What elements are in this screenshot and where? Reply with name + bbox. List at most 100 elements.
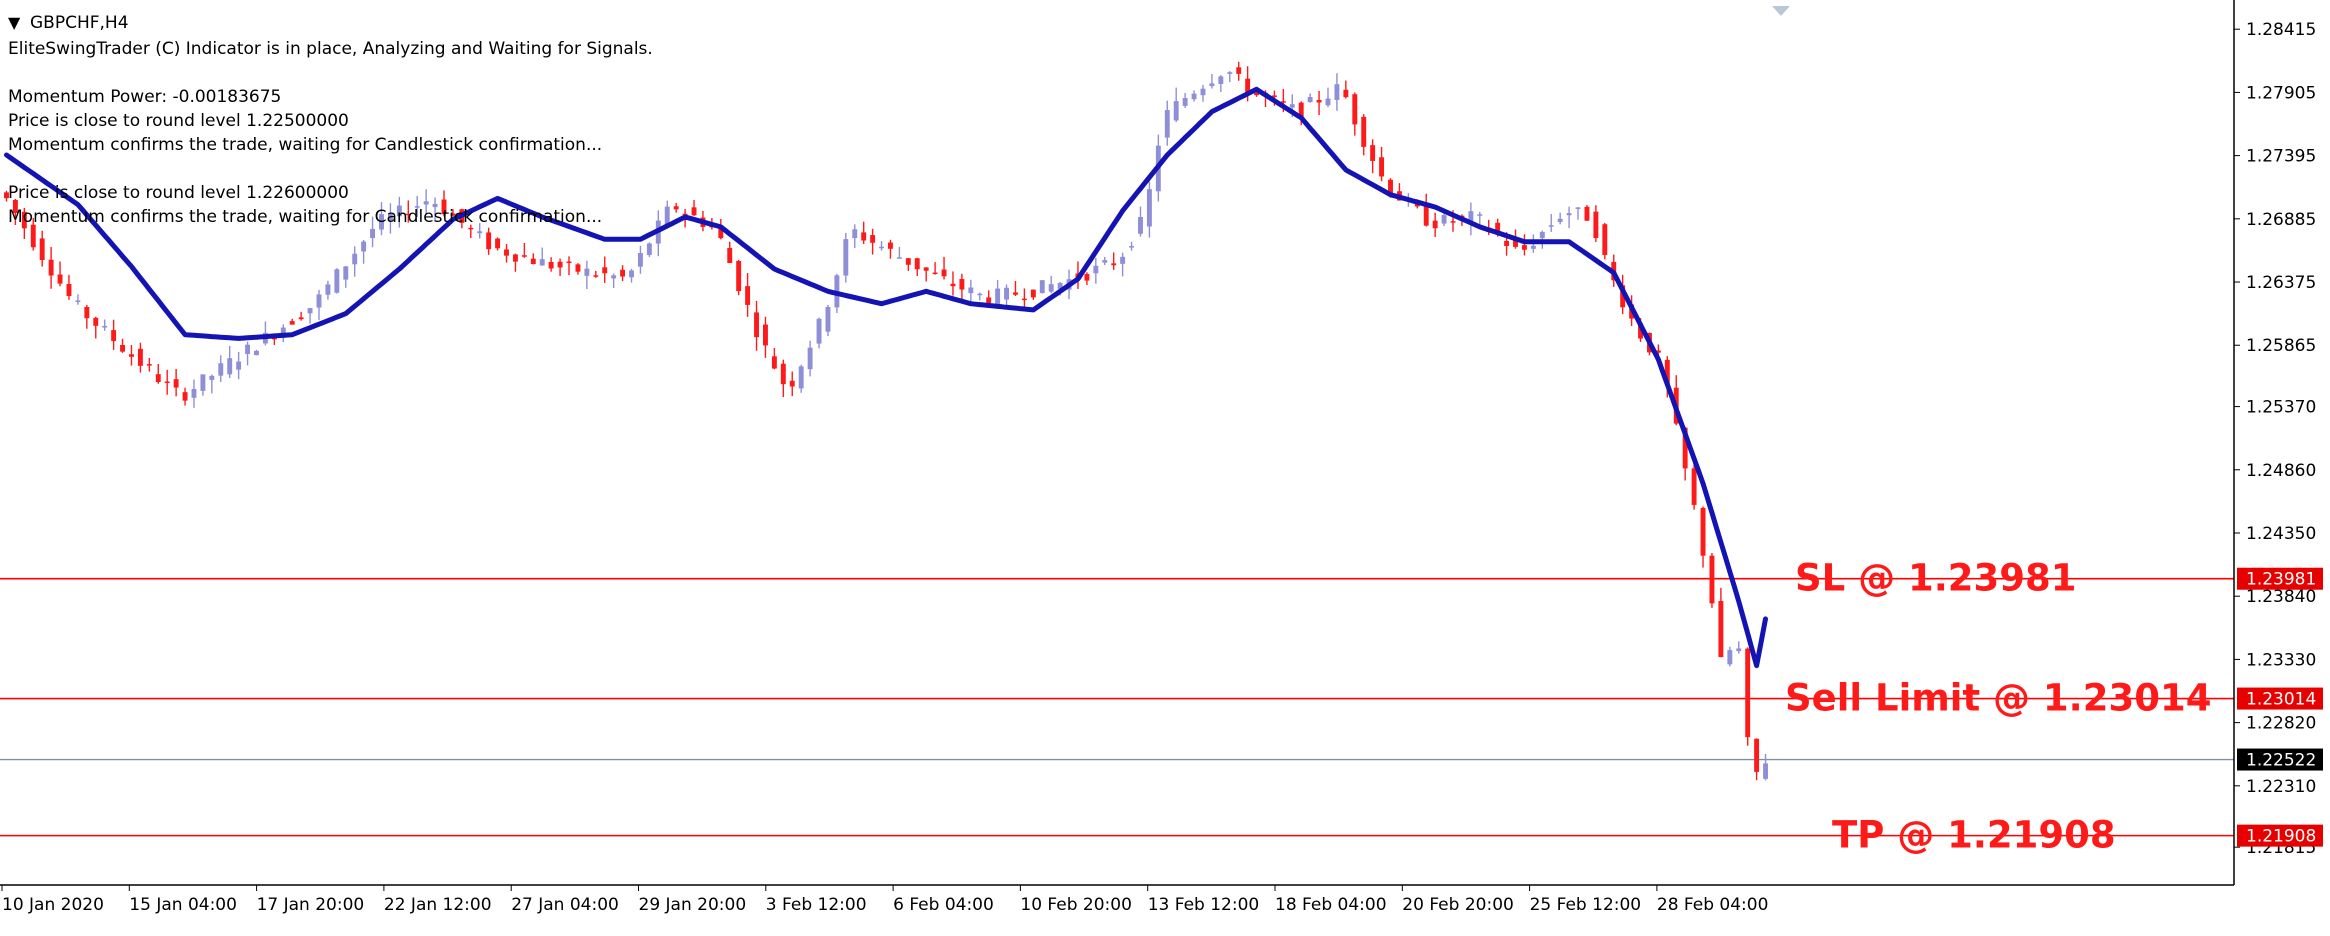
candle-body — [1745, 648, 1751, 738]
x-tick-label: 6 Feb 04:00 — [893, 895, 994, 915]
candle-body — [566, 261, 572, 264]
level-annotation: Sell Limit @ 1.23014 — [1785, 677, 2211, 720]
candle-body — [620, 269, 626, 277]
candle-body — [146, 364, 152, 366]
candle-body — [352, 253, 358, 265]
candle-body — [1138, 216, 1143, 234]
y-tick-label: 1.28415 — [2246, 20, 2316, 40]
x-tick-label: 27 Jan 04:00 — [511, 895, 619, 915]
level-annotation: TP @ 1.21908 — [1832, 814, 2116, 857]
candle-body — [629, 270, 634, 278]
candle-body — [1423, 204, 1429, 226]
candle-body — [646, 243, 652, 255]
x-tick-label: 18 Feb 04:00 — [1275, 895, 1387, 915]
candle-body — [468, 227, 474, 230]
candle-body — [968, 287, 974, 294]
candle-body — [1584, 206, 1590, 221]
candle-body — [1021, 298, 1027, 301]
candle-body — [1182, 98, 1188, 106]
candle-body — [1763, 763, 1768, 779]
x-tick-label: 29 Jan 20:00 — [639, 895, 747, 915]
candle — [825, 304, 831, 337]
y-tick-label: 1.23330 — [2246, 650, 2316, 670]
candle-body — [289, 321, 295, 325]
candle — [843, 232, 849, 283]
level-tag-label: 1.23981 — [2246, 570, 2316, 590]
candle — [1584, 205, 1590, 221]
candle-body — [1691, 468, 1697, 505]
candle-body — [423, 201, 429, 205]
candle-body — [611, 275, 617, 279]
candle-body — [1504, 240, 1510, 247]
candle — [736, 259, 742, 296]
current-price-tag-label: 1.22522 — [2246, 751, 2316, 771]
candle-body — [1450, 221, 1456, 223]
candle-body — [825, 306, 831, 332]
price-chart[interactable]: SL @ 1.23981 Sell Limit @ 1.23014 TP @ 1.2… — [0, 0, 2330, 932]
candle-body — [1093, 265, 1099, 274]
candle-body — [807, 347, 813, 370]
candle-body — [1370, 145, 1376, 161]
candle-body — [1236, 67, 1242, 74]
candle-body — [236, 361, 242, 370]
candle-body — [1441, 215, 1447, 224]
x-tick-label: 10 Feb 20:00 — [1020, 895, 1132, 915]
candle-body — [745, 286, 751, 305]
candle-body — [530, 258, 536, 265]
candle-body — [736, 261, 742, 292]
candle-body — [584, 268, 590, 276]
candle-body — [798, 366, 804, 389]
candle-body — [173, 379, 179, 388]
candle-body — [602, 267, 608, 274]
candle-body — [1289, 104, 1295, 108]
candle-body — [852, 229, 858, 239]
candle-body — [182, 392, 188, 401]
x-tick-label: 28 Feb 04:00 — [1657, 895, 1769, 915]
candle-body — [941, 269, 947, 277]
x-tick-label: 3 Feb 12:00 — [766, 895, 867, 915]
candle-body — [1227, 72, 1233, 74]
candle-body — [548, 262, 554, 269]
y-tick-label: 1.27905 — [2246, 83, 2316, 103]
candle-body — [316, 294, 322, 308]
y-tick-label: 1.25370 — [2246, 398, 2316, 418]
candle-body — [155, 374, 161, 382]
candle-body — [129, 354, 134, 357]
candle-body — [986, 297, 992, 303]
candle-body — [521, 255, 527, 257]
candle-body — [1700, 507, 1706, 556]
candle-body — [66, 284, 72, 296]
candle-body — [843, 239, 849, 276]
candle-body — [727, 247, 733, 264]
candle-body — [1173, 101, 1179, 121]
indicator-status-text: EliteSwingTrader (C) Indicator is in pla… — [8, 39, 653, 59]
candle-body — [771, 356, 777, 369]
candle-body — [905, 258, 911, 265]
candle — [646, 242, 652, 257]
candle — [334, 268, 340, 294]
x-tick-label: 17 Jan 20:00 — [257, 895, 365, 915]
candle-body — [1754, 738, 1760, 772]
chart-window[interactable]: SL @ 1.23981 Sell Limit @ 1.23014 TP @ 1.2… — [0, 0, 2330, 932]
candle-body — [1727, 650, 1733, 665]
candle-body — [1477, 214, 1483, 216]
menu-triangle-icon[interactable]: ▼ — [8, 13, 21, 32]
candle-body — [1718, 600, 1724, 658]
candle-body — [209, 375, 215, 380]
candle-body — [575, 264, 581, 272]
candle-body — [1575, 207, 1581, 209]
round-level-text-2: Price is close to round level 1.22600000 — [8, 183, 349, 203]
y-tick-label: 1.23840 — [2246, 587, 2316, 607]
y-tick-label: 1.24860 — [2246, 461, 2316, 481]
candle-body — [111, 330, 117, 342]
candle — [1709, 553, 1715, 608]
candle-body — [93, 317, 99, 326]
candle-body — [762, 324, 768, 346]
candle-body — [1334, 84, 1340, 100]
candle-body — [477, 231, 483, 234]
candle-body — [959, 279, 965, 290]
candle-body — [1039, 280, 1045, 294]
candle-body — [254, 350, 259, 356]
candle-body — [1352, 94, 1358, 125]
candle-body — [995, 288, 1001, 305]
